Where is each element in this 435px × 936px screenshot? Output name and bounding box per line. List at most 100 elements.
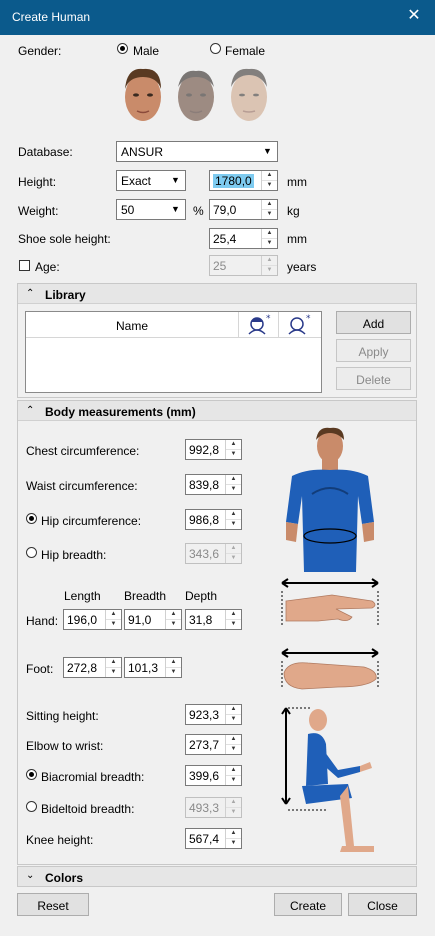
spin-down-icon[interactable]: ▼ (226, 744, 241, 753)
spin-down-icon[interactable]: ▼ (166, 667, 181, 676)
male-face-3-icon[interactable] (225, 63, 273, 129)
spin-down-icon[interactable]: ▼ (226, 807, 241, 816)
male-face-1-icon[interactable] (119, 63, 167, 129)
spin-down-icon[interactable]: ▼ (262, 265, 277, 274)
spin-down-icon[interactable]: ▼ (226, 619, 241, 628)
spin-down-icon[interactable]: ▼ (226, 449, 241, 458)
height-input[interactable]: 1780,0 ▲ ▼ (209, 170, 278, 191)
age-input[interactable]: 25 ▲ ▼ (209, 255, 278, 276)
hip-breadth-radio[interactable] (26, 547, 37, 558)
bideltoid-radio[interactable] (26, 801, 37, 812)
age-checkbox[interactable] (19, 260, 30, 271)
library-title: Library (45, 288, 86, 302)
bideltoid-input[interactable]: 493,3 ▲ ▼ (185, 797, 242, 818)
hand-breadth-input[interactable]: 91,0 ▲ ▼ (124, 609, 182, 630)
spin-up-icon[interactable]: ▲ (106, 610, 121, 619)
delete-button[interactable]: Delete (336, 367, 411, 390)
create-button[interactable]: Create (274, 893, 342, 916)
body-measurements-header[interactable]: ⌃ Body measurements (mm) (18, 401, 416, 421)
spin-down-icon[interactable]: ▼ (226, 714, 241, 723)
spin-up-icon[interactable]: ▲ (166, 610, 181, 619)
height-mode-select[interactable]: Exact ▼ (116, 170, 186, 191)
spin-up-icon[interactable]: ▲ (226, 766, 241, 775)
elbow-to-wrist-input[interactable]: 273,7 ▲ ▼ (185, 734, 242, 755)
knee-height-input[interactable]: 567,4 ▲ ▼ (185, 828, 242, 849)
weight-percentile-select[interactable]: 50 ▼ (116, 199, 186, 220)
library-header[interactable]: ⌃ Library (18, 284, 416, 304)
spin-up-icon[interactable]: ▲ (166, 658, 181, 667)
spin-up-icon[interactable]: ▲ (226, 829, 241, 838)
height-value: 1780,0 (213, 174, 254, 188)
reset-label: Reset (37, 899, 69, 913)
spin-up-icon[interactable]: ▲ (226, 475, 241, 484)
colors-header[interactable]: ⌄ Colors (18, 867, 416, 886)
reset-button[interactable]: Reset (17, 893, 89, 916)
library-list[interactable]: Name * * (25, 311, 322, 393)
spin-up-icon[interactable]: ▲ (226, 610, 241, 619)
spin-down-icon[interactable]: ▼ (226, 838, 241, 847)
spin-up-icon[interactable]: ▲ (106, 658, 121, 667)
female-human-column-icon[interactable]: * (239, 312, 279, 338)
biacromial-input[interactable]: 399,6 ▲ ▼ (185, 765, 242, 786)
female-label: Female (225, 44, 266, 58)
spin-down-icon[interactable]: ▼ (106, 667, 121, 676)
spin-up-icon[interactable]: ▲ (226, 735, 241, 744)
male-radio[interactable] (117, 43, 128, 54)
hand-length-label: Length (64, 589, 101, 603)
spin-down-icon[interactable]: ▼ (166, 619, 181, 628)
hand-depth-input[interactable]: 31,8 ▲ ▼ (185, 609, 242, 630)
hand-depth-value: 31,8 (189, 613, 213, 627)
male-face-2-icon[interactable] (172, 63, 220, 129)
svg-text:*: * (306, 314, 311, 324)
sitting-height-input[interactable]: 923,3 ▲ ▼ (185, 704, 242, 725)
spin-down-icon[interactable]: ▼ (262, 209, 277, 218)
spin-down-icon[interactable]: ▼ (262, 238, 277, 247)
spin-up-icon[interactable]: ▲ (226, 798, 241, 807)
spin-up-icon[interactable]: ▲ (226, 544, 241, 553)
waist-input[interactable]: 839,8 ▲ ▼ (185, 474, 242, 495)
gender-label: Gender: (18, 44, 62, 58)
chest-input[interactable]: 992,8 ▲ ▼ (185, 439, 242, 460)
height-unit: mm (287, 175, 307, 189)
age-unit: years (287, 260, 317, 274)
chevron-down-icon[interactable]: ⌄ (26, 870, 34, 881)
hip-circumference-input[interactable]: 986,8 ▲ ▼ (185, 509, 242, 530)
hip-breadth-input[interactable]: 343,6 ▲ ▼ (185, 543, 242, 564)
add-button[interactable]: Add (336, 311, 411, 334)
weight-label: Weight: (18, 204, 59, 218)
spin-down-icon[interactable]: ▼ (226, 484, 241, 493)
hand-length-input[interactable]: 196,0 ▲ ▼ (63, 609, 122, 630)
spin-up-icon[interactable]: ▲ (262, 200, 277, 209)
spin-down-icon[interactable]: ▼ (226, 553, 241, 562)
spin-up-icon[interactable]: ▲ (262, 229, 277, 238)
spin-up-icon[interactable]: ▲ (262, 171, 277, 180)
spin-down-icon[interactable]: ▼ (226, 519, 241, 528)
weight-input[interactable]: 79,0 ▲ ▼ (209, 199, 278, 220)
male-human-column-icon[interactable]: * (279, 312, 321, 338)
database-select[interactable]: ANSUR ▼ (116, 141, 278, 162)
spin-down-icon[interactable]: ▼ (262, 180, 277, 189)
spin-down-icon[interactable]: ▼ (226, 775, 241, 784)
weight-unit: kg (287, 204, 300, 218)
close-icon[interactable]: ✕ (405, 7, 423, 25)
knee-height-label: Knee height: (26, 833, 94, 847)
spin-up-icon[interactable]: ▲ (226, 705, 241, 714)
spin-up-icon[interactable]: ▲ (262, 256, 277, 265)
title-bar: Create Human ✕ (0, 0, 435, 35)
name-column-header[interactable]: Name (26, 312, 239, 338)
chevron-up-icon[interactable]: ⌃ (26, 288, 34, 299)
spin-down-icon[interactable]: ▼ (106, 619, 121, 628)
biacromial-radio[interactable] (26, 769, 37, 780)
close-button[interactable]: Close (348, 893, 417, 916)
age-label: Age: (35, 260, 60, 274)
foot-breadth-input[interactable]: 101,3 ▲ ▼ (124, 657, 182, 678)
weight-value: 79,0 (213, 203, 237, 217)
apply-button[interactable]: Apply (336, 339, 411, 362)
chevron-up-icon[interactable]: ⌃ (26, 405, 34, 416)
foot-length-input[interactable]: 272,8 ▲ ▼ (63, 657, 122, 678)
shoe-sole-input[interactable]: 25,4 ▲ ▼ (209, 228, 278, 249)
female-radio[interactable] (210, 43, 221, 54)
spin-up-icon[interactable]: ▲ (226, 440, 241, 449)
hip-circumference-radio[interactable] (26, 513, 37, 524)
spin-up-icon[interactable]: ▲ (226, 510, 241, 519)
